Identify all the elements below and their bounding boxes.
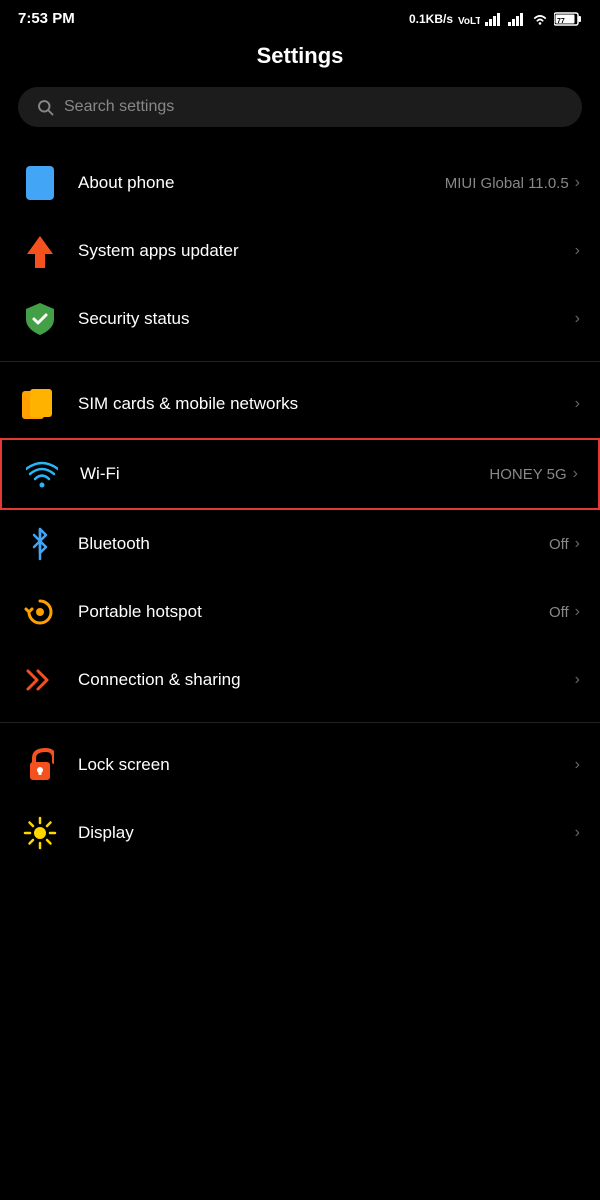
- connection-label: Connection & sharing: [78, 670, 241, 690]
- about-phone-value: MIUI Global 11.0.5: [445, 175, 569, 192]
- lock-screen-item[interactable]: Lock screen ›: [0, 731, 600, 799]
- divider-2: [0, 722, 600, 723]
- arrow-up-icon: [20, 231, 60, 271]
- section-device: Lock screen › Display ›: [0, 731, 600, 867]
- chevron-icon: ›: [575, 395, 580, 413]
- sim-icon: [20, 384, 60, 424]
- status-icons: 0.1KB/s VoLTE 77: [409, 12, 582, 26]
- display-item[interactable]: Display ›: [0, 799, 600, 867]
- chevron-icon: ›: [575, 756, 580, 774]
- bluetooth-icon: [20, 524, 60, 564]
- chevron-icon: ›: [575, 671, 580, 689]
- lock-icon: [20, 745, 60, 785]
- bluetooth-value: Off: [549, 536, 569, 553]
- divider-1: [0, 361, 600, 362]
- wifi-status-icon: [531, 12, 549, 26]
- sim-cards-item[interactable]: SIM cards & mobile networks ›: [0, 370, 600, 438]
- search-bar[interactable]: Search settings: [18, 87, 582, 127]
- data-speed: 0.1KB/s: [409, 12, 453, 26]
- lock-screen-label: Lock screen: [78, 755, 170, 775]
- security-status-label: Security status: [78, 309, 190, 329]
- hotspot-label: Portable hotspot: [78, 602, 202, 622]
- wifi-value: HONEY 5G: [489, 466, 566, 483]
- shield-icon: [20, 299, 60, 339]
- about-phone-label: About phone: [78, 173, 174, 193]
- chevron-icon: ›: [575, 242, 580, 260]
- connection-sharing-item[interactable]: Connection & sharing ›: [0, 646, 600, 714]
- chevron-icon: ›: [575, 535, 580, 553]
- chevron-icon: ›: [575, 603, 580, 621]
- hotspot-icon: [20, 592, 60, 632]
- portable-hotspot-item[interactable]: Portable hotspot Off ›: [0, 578, 600, 646]
- system-apps-updater-item[interactable]: System apps updater ›: [0, 217, 600, 285]
- status-time: 7:53 PM: [18, 10, 75, 27]
- chevron-icon: ›: [575, 824, 580, 842]
- phone-icon: [20, 163, 60, 203]
- section-connectivity: SIM cards & mobile networks › Wi-Fi HONE…: [0, 370, 600, 714]
- page-title: Settings: [0, 33, 600, 87]
- wifi-item[interactable]: Wi-Fi HONEY 5G ›: [0, 438, 600, 510]
- signal-bars-1-icon: [485, 12, 503, 26]
- display-label: Display: [78, 823, 134, 843]
- hotspot-value: Off: [549, 604, 569, 621]
- section-top: About phone MIUI Global 11.0.5 › System …: [0, 149, 600, 353]
- svg-text:VoLTE: VoLTE: [458, 16, 480, 26]
- chevron-icon: ›: [575, 310, 580, 328]
- bluetooth-label: Bluetooth: [78, 534, 150, 554]
- wifi-label: Wi-Fi: [80, 464, 120, 484]
- wifi-icon: [22, 454, 62, 494]
- status-bar: 7:53 PM 0.1KB/s VoLTE: [0, 0, 600, 33]
- system-apps-label: System apps updater: [78, 241, 239, 261]
- search-placeholder: Search settings: [64, 98, 174, 116]
- signal-bars-2-icon: [508, 12, 526, 26]
- bluetooth-item[interactable]: Bluetooth Off ›: [0, 510, 600, 578]
- about-phone-item[interactable]: About phone MIUI Global 11.0.5 ›: [0, 149, 600, 217]
- volte-icon: VoLTE: [458, 12, 480, 26]
- search-icon: [36, 98, 54, 116]
- chevron-icon: ›: [573, 465, 578, 483]
- display-icon: [20, 813, 60, 853]
- connection-icon: [20, 660, 60, 700]
- battery-icon: 77: [554, 12, 582, 26]
- sim-cards-label: SIM cards & mobile networks: [78, 394, 298, 414]
- svg-text:77: 77: [557, 18, 565, 25]
- chevron-icon: ›: [575, 174, 580, 192]
- security-status-item[interactable]: Security status ›: [0, 285, 600, 353]
